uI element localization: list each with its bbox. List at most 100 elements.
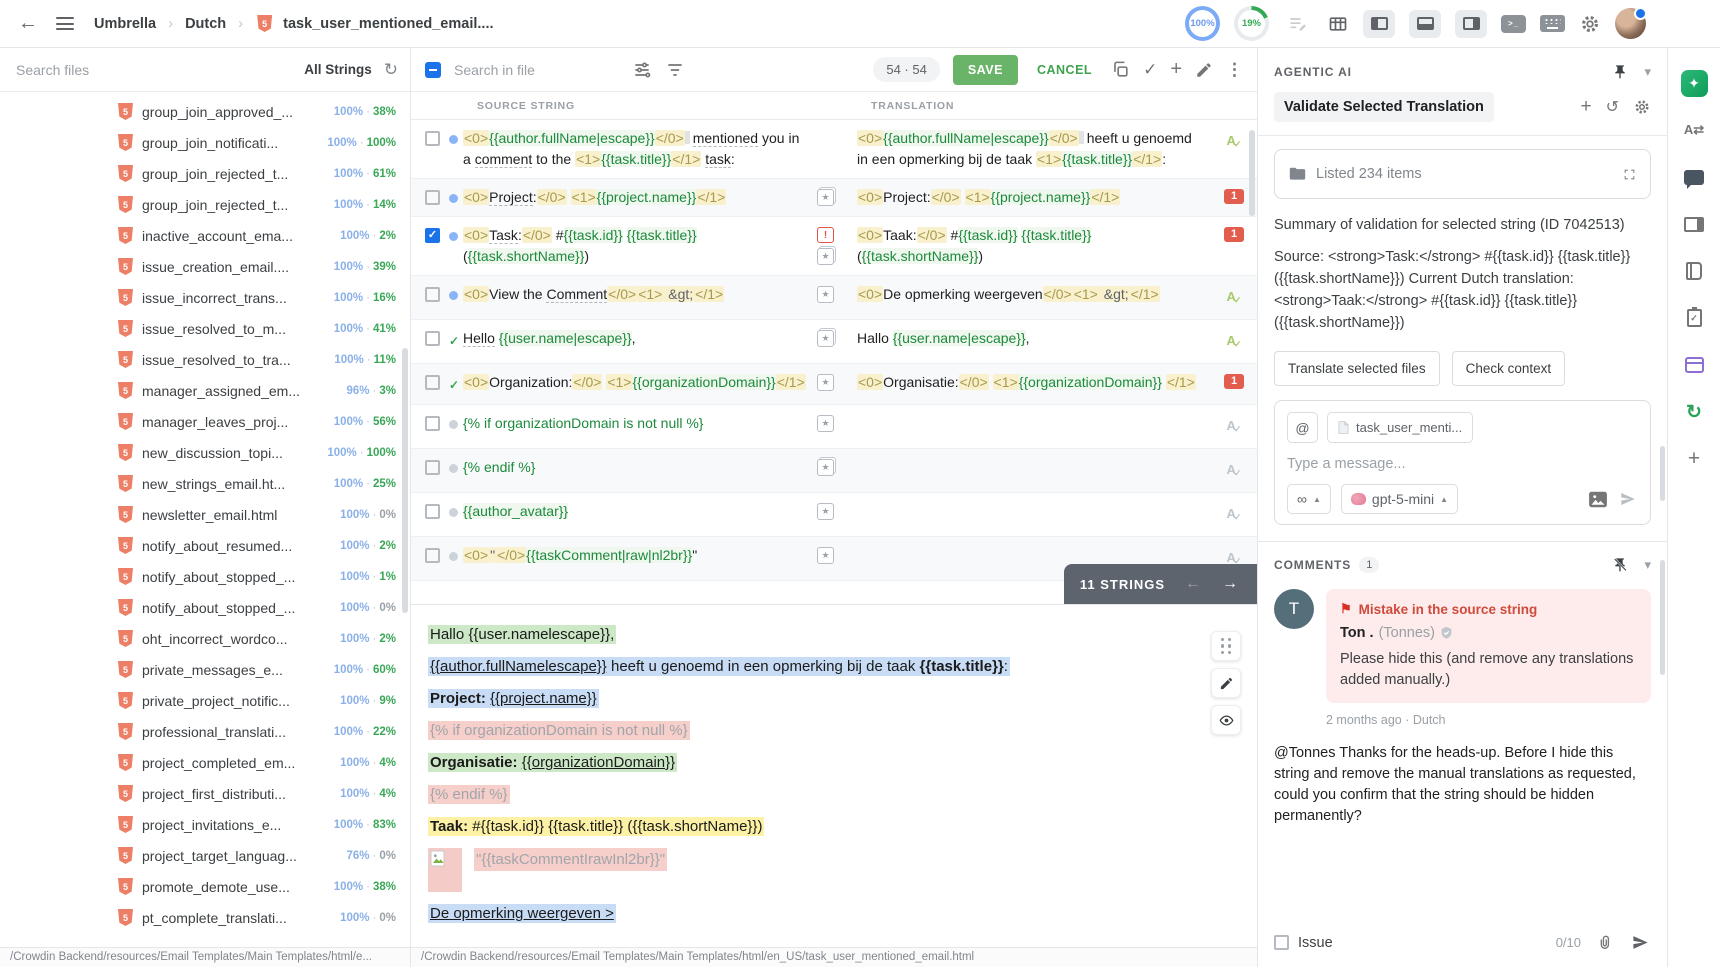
breadcrumb-project[interactable]: Umbrella: [94, 16, 156, 32]
context-mode-button[interactable]: ∞ ▲: [1287, 484, 1331, 514]
approved-progress-ring[interactable]: 19%: [1234, 6, 1269, 41]
preview-line[interactable]: {% if organizationDomain is not null %}: [428, 720, 1197, 741]
collapse-chevron-icon[interactable]: ▾: [1644, 64, 1651, 80]
qa-issues-badge[interactable]: 1: [1224, 227, 1244, 242]
file-item[interactable]: 5group_join_rejected_t...100%·14%: [0, 189, 410, 220]
row-checkbox[interactable]: [425, 131, 440, 146]
comment-issue-icon[interactable]: !: [817, 227, 834, 243]
row-checkbox[interactable]: [425, 460, 440, 475]
source-string-cell[interactable]: <0>{{author.fullName|escape}}</0>mention…: [463, 128, 817, 170]
duplicate-icon[interactable]: ★: [817, 330, 834, 347]
unpin-icon[interactable]: [1612, 557, 1628, 573]
comments-collapse-chevron-icon[interactable]: ▾: [1644, 557, 1651, 573]
qa-issues-badge[interactable]: 1: [1224, 374, 1244, 389]
expand-icon[interactable]: [1623, 168, 1636, 181]
file-item[interactable]: 5notify_about_resumed...100%·2%: [0, 530, 410, 561]
tm-suggestion-icon[interactable]: ★: [817, 503, 834, 520]
file-item[interactable]: 5issue_resolved_to_m...100%·41%: [0, 313, 410, 344]
file-item[interactable]: 5project_completed_em...100%·4%: [0, 747, 410, 778]
translation-edit-icon[interactable]: [1287, 14, 1309, 34]
menu-icon[interactable]: [56, 14, 74, 34]
row-checkbox[interactable]: [425, 287, 440, 302]
row-checkbox[interactable]: [425, 416, 440, 431]
history-icon[interactable]: ↺: [1606, 97, 1619, 117]
copy-source-icon[interactable]: [1111, 60, 1130, 79]
refresh-icon[interactable]: ↻: [384, 60, 398, 80]
preview-line[interactable]: {% endif %}: [428, 784, 1197, 805]
console-icon[interactable]: >_: [1501, 15, 1526, 33]
layout-bottom-panel-button[interactable]: [1409, 10, 1441, 38]
integrations-icon[interactable]: [1679, 350, 1709, 380]
row-checkbox[interactable]: [425, 548, 440, 563]
source-string-cell[interactable]: <0>View the Comment</0><1> &gt;</1>: [463, 284, 817, 311]
file-item[interactable]: 5issue_resolved_to_tra...100%·11%: [0, 344, 410, 375]
table-scrollbar[interactable]: [1249, 130, 1255, 216]
string-row[interactable]: {{author_avatar}}★A✓: [411, 493, 1257, 537]
save-button[interactable]: SAVE: [953, 55, 1018, 85]
file-item[interactable]: 5inactive_account_ema...100%·2%: [0, 220, 410, 251]
file-item[interactable]: 5private_messages_e...100%·60%: [0, 654, 410, 685]
keyboard-shortcuts-icon[interactable]: [1540, 15, 1565, 32]
source-string-cell[interactable]: {{author_avatar}}: [463, 501, 817, 528]
ai-panel-scrollbar[interactable]: [1660, 446, 1665, 501]
file-item[interactable]: 5project_invitations_e...100%·83%: [0, 809, 410, 840]
qa-checks-icon[interactable]: ✓: [1679, 303, 1709, 333]
file-item[interactable]: 5professional_translati...100%·22%: [0, 716, 410, 747]
cancel-button[interactable]: CANCEL: [1031, 55, 1098, 85]
file-item[interactable]: 5manager_leaves_proj...100%·56%: [0, 406, 410, 437]
layout-right-panel-button[interactable]: [1455, 10, 1487, 38]
file-item[interactable]: 5group_join_approved_...100%·38%: [0, 96, 410, 127]
advanced-filter-icon[interactable]: [632, 60, 652, 80]
next-strings-arrow[interactable]: →: [1222, 575, 1239, 593]
preview-line[interactable]: {{author.fullNamelescape}} heeft u genoe…: [428, 656, 1197, 677]
file-item[interactable]: 5newsletter_email.html100%·0%: [0, 499, 410, 530]
translation-cell[interactable]: <0>Taak:</0> #{{task.id}} {{task.title}}…: [857, 225, 1211, 267]
filter-icon[interactable]: [665, 60, 685, 80]
string-row[interactable]: ✓<0>Task:</0> #{{task.id}} {{task.title}…: [411, 217, 1257, 276]
string-row[interactable]: <0>Project:</0> <1>{{project.name}}</1> ★…: [411, 179, 1257, 217]
listed-items-card[interactable]: Listed 234 items: [1274, 149, 1651, 199]
sync-users-icon[interactable]: ↻: [1679, 397, 1709, 427]
tm-suggestion-icon[interactable]: ★: [817, 415, 834, 432]
file-item[interactable]: 5manager_assigned_em...96%·3%: [0, 375, 410, 406]
ai-settings-gear-icon[interactable]: [1633, 98, 1651, 116]
drag-handle-icon[interactable]: [1211, 631, 1241, 661]
reply-input[interactable]: @Tonnes Thanks for the heads-up. Before …: [1274, 727, 1651, 827]
duplicate-icon[interactable]: ★: [817, 459, 834, 476]
ai-send-icon[interactable]: [1618, 490, 1638, 508]
string-row[interactable]: {% endif %}★A✓: [411, 449, 1257, 493]
translate-selected-files-button[interactable]: Translate selected files: [1274, 351, 1440, 386]
tm-suggestion-icon[interactable]: ★: [817, 374, 834, 391]
new-chat-icon[interactable]: +: [1580, 96, 1591, 118]
file-item[interactable]: 5private_project_notific...100%·9%: [0, 685, 410, 716]
string-row[interactable]: <0>{{author.fullName|escape}}</0>mention…: [411, 120, 1257, 179]
comment-author[interactable]: Ton .: [1340, 625, 1374, 641]
add-panel-icon[interactable]: +: [1679, 444, 1709, 474]
translation-cell[interactable]: <0>Project:</0> <1>{{project.name}}</1>: [857, 187, 1211, 208]
more-options-icon[interactable]: ⋮: [1226, 60, 1243, 80]
send-comment-icon[interactable]: [1630, 933, 1651, 952]
tm-suggestion-icon[interactable]: ★: [817, 547, 834, 564]
breadcrumb-file[interactable]: 5 task_user_mentioned_email....: [257, 15, 497, 32]
preview-line[interactable]: Taak: #{{task.id}} {{task.title}} ({{tas…: [428, 816, 1197, 837]
breadcrumb-language[interactable]: Dutch: [185, 16, 226, 32]
preview-line[interactable]: "{{taskCommentIrawInl2br}}": [428, 848, 1197, 892]
string-row[interactable]: ✓<0>Organization:</0> <1>{{organizationD…: [411, 364, 1257, 405]
layout-left-panel-button[interactable]: [1363, 10, 1395, 38]
translation-cell[interactable]: [857, 413, 1211, 440]
string-row[interactable]: {% if organizationDomain is not null %}★…: [411, 405, 1257, 449]
preview-line[interactable]: Organisatie: {{organizationDomain}}: [428, 752, 1197, 773]
string-row[interactable]: <0>View the Comment</0><1> &gt;</1>★<0>D…: [411, 276, 1257, 320]
translation-cell[interactable]: [857, 501, 1211, 528]
preview-line[interactable]: Hallo {{user.namelescape}},: [428, 624, 1197, 645]
preview-line[interactable]: Project: {{project.name}}: [428, 688, 1197, 709]
file-item[interactable]: 5notify_about_stopped_...100%·1%: [0, 561, 410, 592]
duplicate-icon[interactable]: ★: [817, 189, 834, 206]
search-files-input[interactable]: [16, 62, 294, 78]
pin-icon[interactable]: [1612, 64, 1628, 80]
issue-checkbox[interactable]: [1274, 935, 1289, 950]
row-checkbox[interactable]: [425, 190, 440, 205]
file-item[interactable]: 5new_strings_email.ht...100%·25%: [0, 468, 410, 499]
strings-filter-dropdown[interactable]: All Strings: [304, 62, 372, 77]
add-string-icon[interactable]: +: [1170, 58, 1182, 81]
